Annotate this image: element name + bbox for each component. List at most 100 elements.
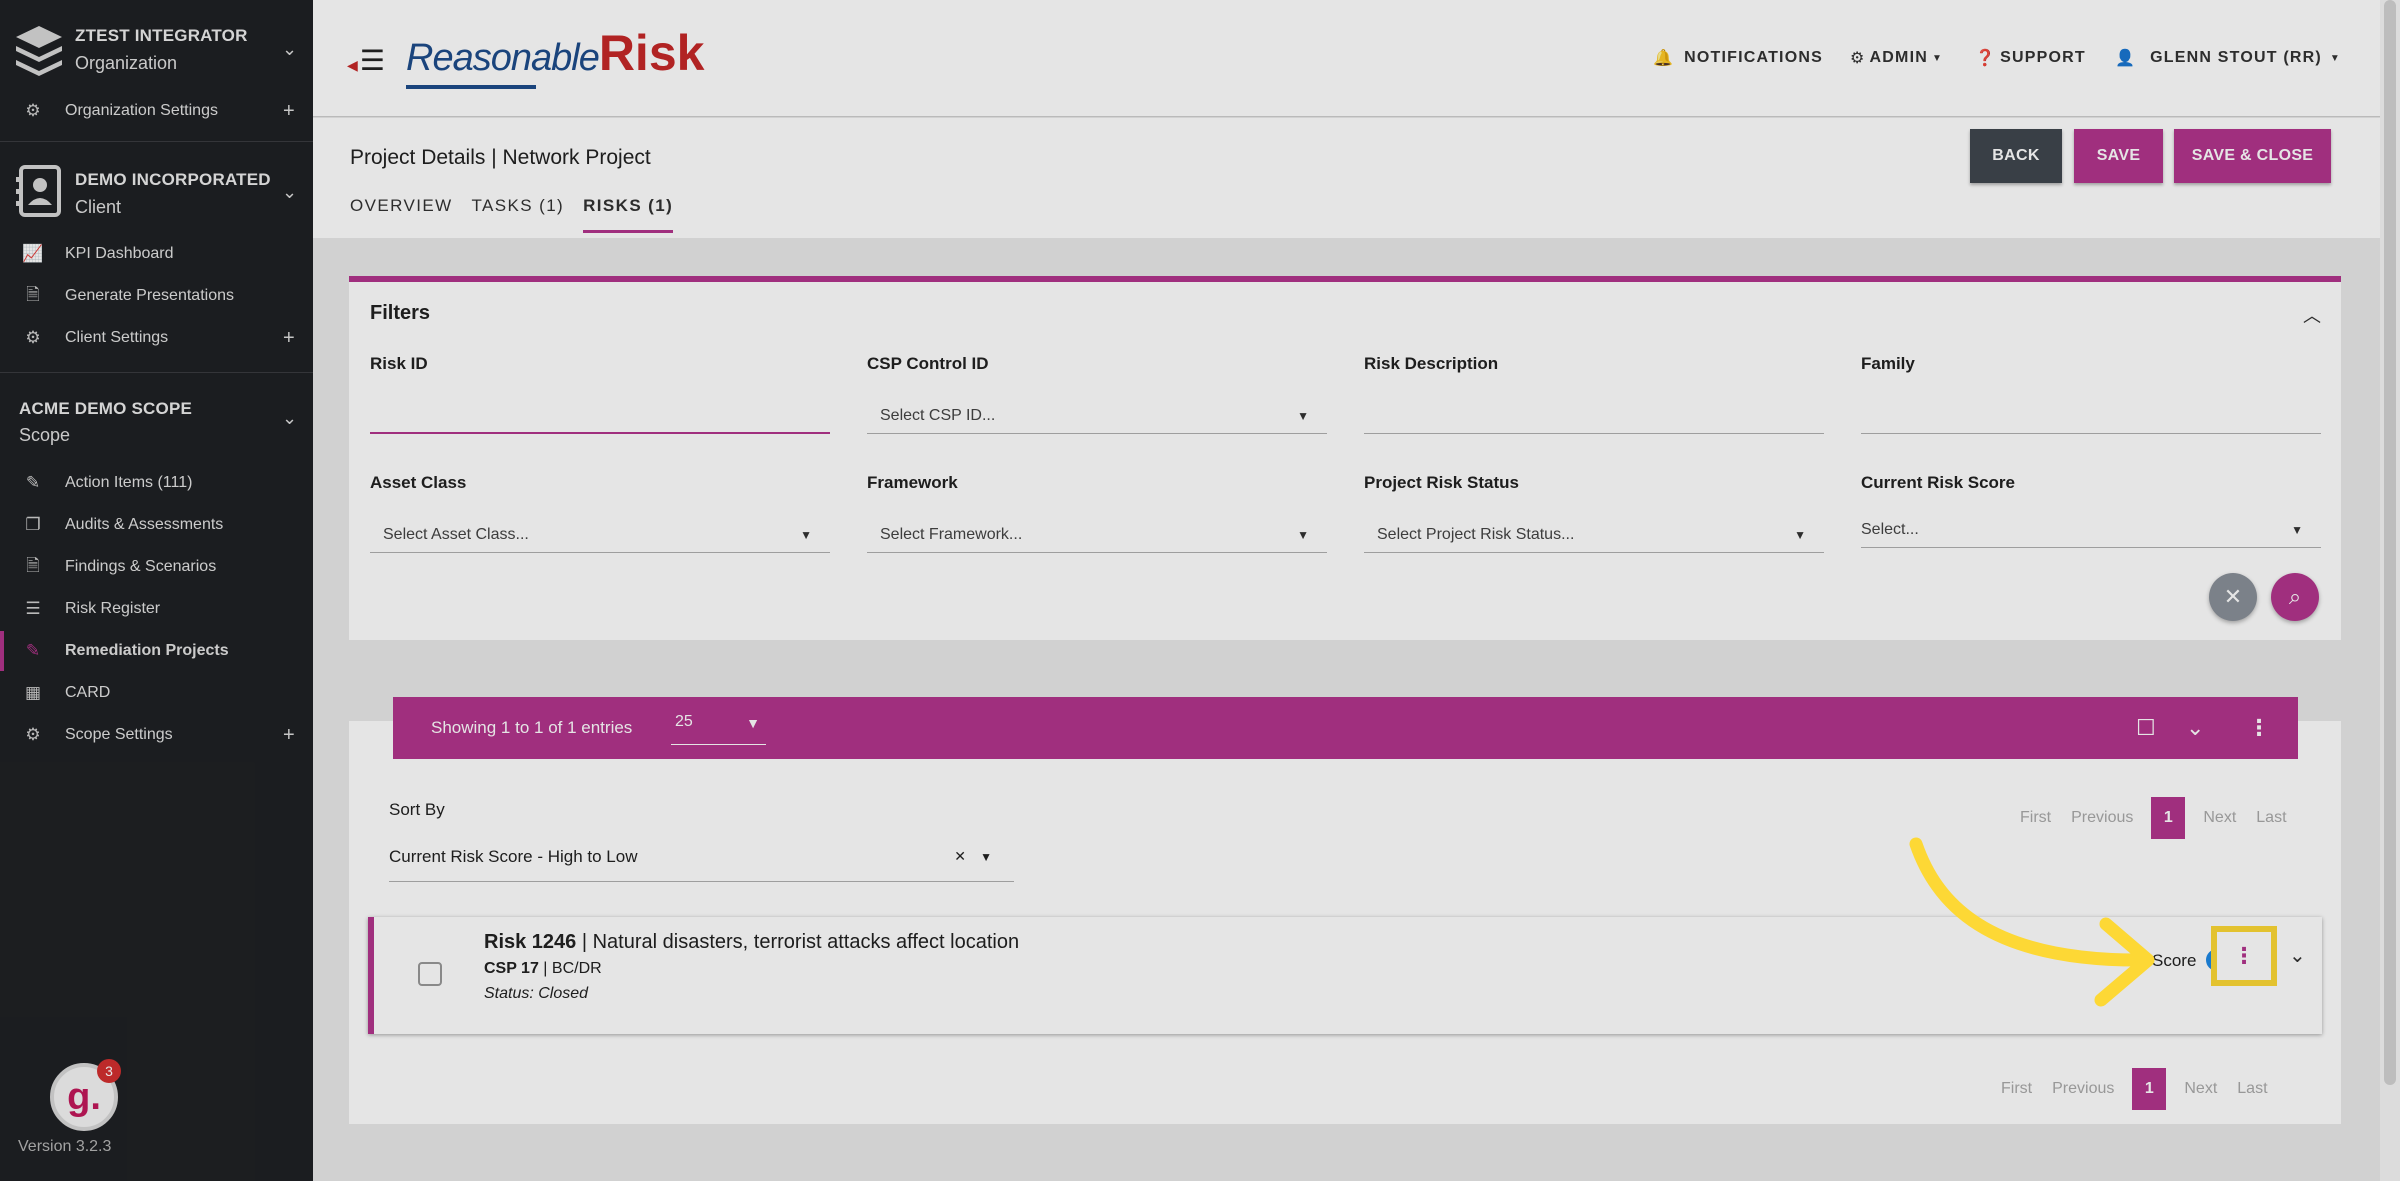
list-icon: ☰: [25, 599, 41, 618]
sidebar-item-scope-settings[interactable]: ⚙ Scope Settings +: [0, 715, 313, 755]
caret-down-icon: ▼: [2329, 52, 2342, 64]
pager-previous[interactable]: Previous: [2071, 809, 2133, 827]
page-title: Project Details | Network Project: [350, 146, 651, 169]
chevron-down-icon[interactable]: ⌄: [282, 39, 297, 60]
clear-filters-button[interactable]: ✕: [2209, 573, 2257, 621]
chevron-up-icon[interactable]: ︿: [2303, 302, 2321, 328]
client-type: Client: [75, 197, 122, 217]
csp-control-id-select[interactable]: Select CSP ID... ▼: [867, 398, 1327, 434]
chevron-down-icon[interactable]: ⌄: [2186, 715, 2204, 741]
pager-last[interactable]: Last: [2256, 809, 2286, 827]
edit-icon: ✎: [25, 473, 41, 492]
divider: [0, 372, 313, 373]
menu-toggle-button[interactable]: ◀☰: [347, 44, 385, 77]
risk-csp: CSP 17: [484, 960, 539, 977]
risk-select-checkbox[interactable]: [418, 962, 442, 986]
gear-icon: ⚙: [1850, 50, 1866, 67]
divider: [0, 141, 313, 142]
sidebar-item-label: Findings & Scenarios: [65, 558, 217, 575]
app-logo[interactable]: ReasonableRisk: [406, 24, 704, 89]
page-scrollbar[interactable]: [2380, 0, 2400, 1181]
sidebar-item-card[interactable]: ▦ CARD: [0, 673, 313, 713]
csp-control-id-label: CSP Control ID: [867, 354, 989, 373]
pager-first[interactable]: First: [2001, 1080, 2032, 1098]
layers-icon: [16, 26, 62, 76]
tab-overview[interactable]: OVERVIEW: [350, 196, 453, 233]
risk-id-input[interactable]: [370, 398, 830, 434]
search-button[interactable]: ⌕: [2271, 573, 2319, 621]
scrollbar-thumb[interactable]: [2384, 0, 2396, 1085]
sidebar-item-risk-register[interactable]: ☰ Risk Register: [0, 589, 313, 629]
pager-last[interactable]: Last: [2237, 1080, 2267, 1098]
back-button[interactable]: BACK: [1970, 129, 2062, 183]
scope-switcher[interactable]: ACME DEMO SCOPE Scope ⌄: [0, 396, 313, 450]
risk-actions-button[interactable]: ⋮: [2211, 926, 2277, 986]
notifications-link[interactable]: 🔔 NOTIFICATIONS: [1653, 48, 1823, 68]
risk-family: BC/DR: [551, 960, 602, 977]
sidebar-item-label: Action Items (111): [65, 474, 193, 491]
square-icon[interactable]: ☐: [2136, 715, 2156, 741]
clear-icon[interactable]: ✕: [954, 848, 966, 865]
chevron-down-icon[interactable]: ⌄: [2289, 943, 2306, 968]
current-risk-score-select[interactable]: Select... ▼: [1861, 512, 2321, 548]
results-toolbar: Showing 1 to 1 of 1 entries 25 ▼ ☐ ⌄ ⋮: [393, 697, 2298, 759]
pager-previous[interactable]: Previous: [2052, 1080, 2114, 1098]
scope-name: ACME DEMO SCOPE: [19, 399, 193, 418]
save-button[interactable]: SAVE: [2074, 129, 2163, 183]
filters-panel: Filters ︿ Risk ID CSP Control ID Select …: [349, 276, 2341, 640]
pager-first[interactable]: First: [2020, 809, 2051, 827]
pager-next[interactable]: Next: [2184, 1080, 2217, 1098]
sidebar-item-client-settings[interactable]: ⚙ Client Settings +: [0, 318, 313, 358]
admin-menu[interactable]: ⚙ ADMIN ▼: [1850, 48, 1943, 68]
client-switcher[interactable]: DEMO INCORPORATED Client ⌄: [0, 165, 313, 225]
sidebar-item-action-items[interactable]: ✎ Action Items (111): [0, 463, 313, 503]
framework-select[interactable]: Select Framework... ▼: [867, 517, 1327, 553]
plus-icon[interactable]: +: [283, 327, 295, 350]
plus-icon[interactable]: +: [283, 724, 295, 747]
risk-description-input[interactable]: [1364, 398, 1824, 434]
sidebar-item-kpi-dashboard[interactable]: 📈 KPI Dashboard: [0, 234, 313, 274]
project-risk-status-placeholder: Select Project Risk Status...: [1377, 525, 1575, 543]
support-link[interactable]: ❓ SUPPORT: [1975, 48, 2086, 68]
org-type: Organization: [75, 53, 178, 73]
user-menu[interactable]: 👤 GLENN STOUT (RR) ▼: [2115, 48, 2341, 68]
tutorial-arrow-icon: [1909, 837, 2155, 1007]
sort-select[interactable]: Current Risk Score - High to Low ✕ ▼: [389, 832, 1014, 882]
chevron-down-icon[interactable]: ⌄: [282, 182, 297, 203]
org-switcher[interactable]: ZTEST INTEGRATOR Organization ⌄: [0, 22, 313, 82]
sidebar-item-findings-scenarios[interactable]: 🗎 Findings & Scenarios: [0, 547, 313, 587]
sidebar-item-remediation-projects[interactable]: ✎ Remediation Projects: [0, 631, 313, 671]
caret-down-icon: ▼: [746, 715, 760, 731]
caret-down-icon: ▼: [1794, 527, 1806, 542]
sidebar-item-generate-presentations[interactable]: 🗎 Generate Presentations: [0, 276, 313, 316]
client-name: DEMO INCORPORATED: [75, 170, 271, 189]
copy-icon: ❐: [25, 515, 41, 534]
asset-class-select[interactable]: Select Asset Class... ▼: [370, 517, 830, 553]
tab-tasks[interactable]: TASKS (1): [472, 196, 565, 233]
more-vertical-icon[interactable]: ⋮: [2248, 715, 2270, 741]
chart-icon: 📈: [22, 244, 44, 263]
risk-description: Natural disasters, terrorist attacks aff…: [592, 931, 1020, 953]
sidebar-item-organization-settings[interactable]: ⚙ Organization Settings +: [0, 91, 313, 131]
project-risk-status-select[interactable]: Select Project Risk Status... ▼: [1364, 517, 1824, 553]
gear-icon: ⚙: [25, 328, 41, 347]
current-risk-score-placeholder: Select...: [1861, 520, 1919, 538]
plus-icon[interactable]: +: [283, 100, 295, 123]
chevron-down-icon[interactable]: ⌄: [282, 408, 297, 429]
pager-next[interactable]: Next: [2203, 809, 2236, 827]
sidebar: ZTEST INTEGRATOR Organization ⌄ ⚙ Organi…: [0, 0, 313, 1181]
notification-count-badge: 3: [97, 1059, 121, 1083]
pager-current[interactable]: 1: [2132, 1068, 2167, 1110]
risk-id-label: Risk ID: [370, 354, 428, 373]
sidebar-item-audits-assessments[interactable]: ❐ Audits & Assessments: [0, 505, 313, 545]
sidebar-item-label: Scope Settings: [65, 726, 173, 743]
page-header: Project Details | Network Project OVERVI…: [313, 118, 2380, 238]
save-close-button[interactable]: SAVE & CLOSE: [2174, 129, 2331, 183]
page-size-select[interactable]: 25 ▼: [671, 709, 766, 745]
support-label: SUPPORT: [2000, 49, 2086, 66]
admin-label: ADMIN: [1869, 49, 1928, 66]
caret-down-icon: ▼: [980, 849, 992, 864]
tab-risks[interactable]: RISKS (1): [583, 196, 674, 233]
family-input[interactable]: [1861, 398, 2321, 434]
sort-by-label: Sort By: [389, 800, 445, 819]
